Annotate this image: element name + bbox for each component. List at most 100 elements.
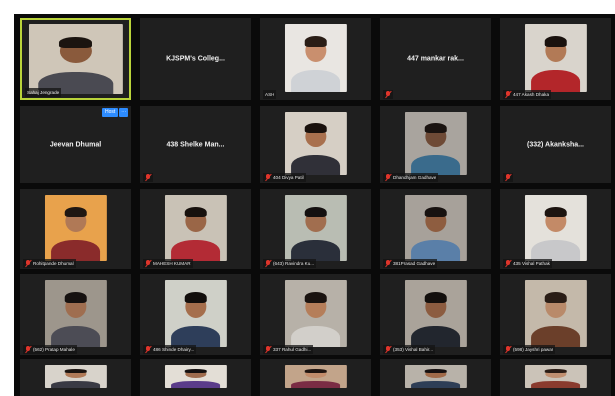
participant-name: (332) Akanksha... [527, 141, 584, 148]
participant-label: (643) Ravindra Ku... [263, 259, 317, 268]
participant-label: Sahaj Jengrade [25, 88, 62, 97]
participant-label: ASH [263, 90, 277, 99]
more-options-icon[interactable]: ⋯ [119, 108, 129, 117]
participant-label-text: 404 Divya Patil [273, 175, 304, 180]
participant-label-text: Rohitpande Dhumal [33, 261, 74, 266]
participant-label: 337 Rahul Gadhi... [263, 345, 314, 354]
participant-tile[interactable]: (598) Jayshri pawar [500, 274, 611, 355]
participant-name: 447 mankar rak... [407, 55, 464, 63]
host-badge[interactable]: Host ⋯ [102, 108, 136, 117]
participant-tile[interactable]: ASH [260, 18, 371, 100]
participant-video [404, 280, 467, 347]
participant-label-text: (643) Ravindra Ku... [273, 261, 315, 266]
participant-label: 486 Shinde Dhairy... [143, 345, 197, 354]
participant-tile[interactable]: Sahaj Jengrade [20, 18, 131, 100]
participant-video [164, 195, 227, 261]
participant-video [524, 24, 587, 92]
participant-video [524, 195, 587, 261]
mic-muted-icon [145, 260, 151, 267]
participant-tile[interactable] [20, 359, 131, 396]
participant-video [44, 280, 107, 347]
participant-tile[interactable]: 404 Divya Patil [260, 106, 371, 183]
participant-tile[interactable]: KJSPM's Colleg... [140, 18, 251, 100]
participant-tile[interactable]: 438 Shelke Man... [140, 106, 251, 183]
mic-muted-icon [265, 346, 271, 353]
mic-muted-icon [505, 346, 511, 353]
participant-tile[interactable]: 435 Vishal Pathak [500, 189, 611, 269]
mic-muted-icon [145, 174, 151, 181]
participant-label-text: Dhandhjam Gadhave [393, 175, 437, 180]
participant-label: (562) Pratap Mahale [23, 345, 77, 354]
participant-tile[interactable]: 447 mankar rak... [380, 18, 491, 100]
participant-tile[interactable]: (332) Akanksha... [500, 106, 611, 183]
participant-tile[interactable]: (562) Pratap Mahale [20, 274, 131, 355]
participant-label [383, 90, 393, 99]
video-grid: Sahaj Jengrade KJSPM's Colleg... ASH 447 ma… [14, 14, 615, 396]
participant-tile[interactable]: MAHESH KUMAR [140, 189, 251, 269]
participant-tile[interactable]: (643) Ravindra Ku... [260, 189, 371, 269]
participant-video [284, 24, 347, 92]
participant-video [284, 195, 347, 261]
participant-video [28, 24, 123, 94]
participant-label-text: 447 Akash Dhaka [513, 92, 550, 97]
participant-tile[interactable] [500, 359, 611, 396]
participant-video [44, 365, 107, 388]
participant-label-text: 337 Rahul Gadhi... [273, 347, 312, 352]
participant-label: MAHESH KUMAR [143, 259, 193, 268]
participant-video [284, 280, 347, 347]
mic-muted-icon [25, 346, 31, 353]
mic-muted-icon [385, 91, 391, 98]
mic-muted-icon [505, 174, 511, 181]
mic-muted-icon [25, 260, 31, 267]
participant-label: (598) Jayshri pawar [503, 345, 556, 354]
participant-video [164, 365, 227, 388]
mic-muted-icon [385, 174, 391, 181]
participant-tile[interactable]: Jeevan Dhumal [20, 106, 131, 183]
participant-label-text: (598) Jayshri pawar [513, 347, 554, 352]
participant-label-text: (353) Vishal Bahir... [393, 347, 434, 352]
participant-tile[interactable]: 337 Rahul Gadhi... [260, 274, 371, 355]
mic-muted-icon [265, 260, 271, 267]
participant-tile[interactable]: Rohitpande Dhumal [20, 189, 131, 269]
participant-label: Dhandhjam Gadhave [383, 173, 439, 182]
participant-label: 381Prasad Gadhave [383, 259, 438, 268]
participant-label-text: Sahaj Jengrade [27, 90, 60, 95]
participant-video [164, 280, 227, 347]
mic-muted-icon [505, 260, 511, 267]
participant-label [143, 173, 153, 182]
participant-video [284, 365, 347, 388]
participant-label-text: 381Prasad Gadhave [393, 261, 436, 266]
participant-tile[interactable]: 381Prasad Gadhave [380, 189, 491, 269]
participant-name: 438 Shelke Man... [166, 141, 225, 148]
mic-muted-icon [505, 91, 511, 98]
participant-label-text: 486 Shinde Dhairy... [153, 347, 195, 352]
participant-label: 404 Divya Patil [263, 173, 306, 182]
host-badge-label: Host [102, 108, 119, 117]
participant-tile[interactable]: (353) Vishal Bahir... [380, 274, 491, 355]
participant-tile[interactable] [380, 359, 491, 396]
participant-tile[interactable] [260, 359, 371, 396]
participant-label: 447 Akash Dhaka [503, 90, 552, 99]
mic-muted-icon [385, 346, 391, 353]
participant-name: KJSPM's Colleg... [166, 55, 225, 63]
participant-label-text: ASH [265, 92, 275, 97]
participant-tile[interactable]: 447 Akash Dhaka [500, 18, 611, 100]
participant-tile[interactable]: Dhandhjam Gadhave [380, 106, 491, 183]
participant-label [503, 173, 513, 182]
participant-video [524, 365, 587, 388]
participant-video [284, 112, 347, 175]
mic-muted-icon [385, 260, 391, 267]
participant-label-text: MAHESH KUMAR [153, 261, 191, 266]
mic-muted-icon [145, 346, 151, 353]
participant-label: 435 Vishal Pathak [503, 259, 552, 268]
participant-tile[interactable]: 486 Shinde Dhairy... [140, 274, 251, 355]
participant-video [404, 195, 467, 261]
participant-video [44, 195, 107, 261]
participant-tile[interactable] [140, 359, 251, 396]
participant-name: Jeevan Dhumal [49, 141, 102, 148]
participant-label: Rohitpande Dhumal [23, 259, 76, 268]
participant-video [524, 280, 587, 347]
participant-video [404, 112, 467, 175]
mic-muted-icon [265, 174, 271, 181]
participant-label-text: 435 Vishal Pathak [513, 261, 550, 266]
